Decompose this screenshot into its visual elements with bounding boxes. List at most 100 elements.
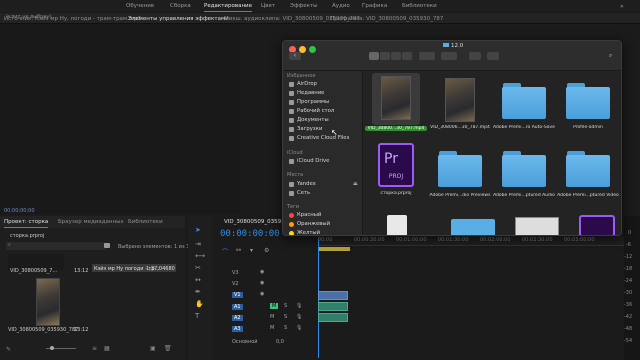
sidebar-item-recents[interactable]: Недавние [289, 90, 324, 96]
file-item-folder[interactable] [451, 219, 495, 235]
eject-icon[interactable]: ⏏ [353, 181, 358, 187]
icon-view-button[interactable] [369, 52, 379, 60]
file-item-document[interactable] [387, 215, 407, 235]
trash-icon[interactable]: 🗑 [164, 345, 172, 352]
sidebar-item-downloads[interactable]: Загрузки [289, 126, 322, 132]
gallery-view-button[interactable] [402, 52, 412, 60]
track-label[interactable]: A3 [232, 326, 243, 332]
track-label[interactable]: A1 [232, 304, 243, 310]
expand-icon[interactable]: » [620, 3, 624, 10]
tab-media-browser[interactable]: Браузер медиаданных [58, 219, 124, 225]
master-value[interactable]: 0,0 [276, 339, 284, 345]
zoom-handle[interactable] [50, 346, 54, 350]
track-label[interactable]: V1 [232, 292, 243, 298]
timeline-ruler[interactable]: 00:00 00:00:30:00 00:01:00:00 00:01:30:0… [318, 236, 624, 246]
settings-wrench-icon[interactable]: ⚙ [264, 247, 269, 254]
file-item-folder[interactable]: Adobe Premi...ptured Audio [493, 141, 555, 198]
sidebar-tag-orange[interactable]: Оранжевый [289, 221, 330, 227]
sidebar-item-network[interactable]: Сеть [289, 190, 310, 196]
group-button[interactable] [419, 52, 435, 60]
file-item-folder[interactable]: Adobe Premi...ro Auto-Save [493, 73, 555, 130]
mic-icon[interactable]: 🎙 [296, 325, 302, 331]
grid-view-icon[interactable]: ▦ [104, 345, 110, 352]
sidebar-tag-red[interactable]: Красный [289, 212, 321, 218]
project-item-name[interactable]: VID_30800509_035930_787 [8, 327, 78, 333]
workspace-tab-editing[interactable]: Редактирование [204, 3, 252, 12]
file-item-premiere-project[interactable]: Pr PROJ сторка.prproj [365, 141, 427, 196]
pen-icon[interactable]: ✒ [195, 288, 201, 296]
mute-button[interactable]: M [270, 325, 274, 331]
tag-button[interactable] [487, 52, 499, 60]
file-item-folder[interactable]: Adobe Premi...dio Previews [429, 141, 491, 198]
file-item-folder[interactable]: Profile-admin [557, 73, 619, 130]
list-view-icon[interactable]: ≡ [92, 345, 97, 352]
razor-icon[interactable]: ✂ [195, 264, 201, 272]
file-item-video[interactable]: VID_308006...30_787.mp4 [429, 73, 491, 130]
search-icon[interactable]: ⌕ [609, 52, 612, 60]
eye-icon[interactable]: ◉ [260, 269, 264, 275]
tab-libraries[interactable]: Библиотеки [128, 219, 163, 225]
eye-icon[interactable]: ◉ [260, 291, 264, 297]
hand-icon[interactable]: ✋ [195, 300, 204, 308]
tab-project[interactable]: Проект: сторка [4, 219, 49, 228]
sidebar-item-airdrop[interactable]: AirDrop [289, 81, 317, 87]
audio-clip-a2[interactable] [318, 313, 348, 322]
track-label[interactable]: A2 [232, 315, 243, 321]
share-button[interactable] [469, 52, 481, 60]
project-search-input[interactable]: ⌕ [6, 242, 106, 250]
mic-icon[interactable]: 🎙 [296, 314, 302, 320]
solo-button[interactable]: S [284, 314, 287, 320]
sidebar-item-desktop[interactable]: Рабочий стол [289, 108, 334, 114]
track-select-icon[interactable]: ⇥ [195, 240, 201, 248]
mic-icon[interactable]: 🎙 [296, 303, 302, 309]
project-item-name[interactable]: VID_30800509_7... [10, 268, 57, 274]
selection-tool-icon[interactable]: ➤ [195, 226, 201, 234]
project-video-thumbnail[interactable] [36, 278, 60, 326]
workspace-tab-learning[interactable]: Обучение [126, 3, 154, 9]
video-clip-v1[interactable] [318, 291, 348, 300]
mute-button[interactable]: M [270, 314, 274, 320]
sidebar-item-yandex[interactable]: Yandex [289, 181, 316, 187]
snap-icon[interactable]: ⌒ [222, 247, 228, 256]
timeline-timecode[interactable]: 00:00:00:00 [220, 229, 280, 239]
file-item-video[interactable]: VID_30800...30_787.mp4 [365, 73, 427, 131]
workspace-tab-graphics[interactable]: Графика [362, 3, 387, 9]
tab-program[interactable]: Программа: VID_30800509_035930_787 [330, 16, 443, 22]
sidebar-item-documents[interactable]: Документы [289, 117, 329, 123]
sidebar-item-icloud-drive[interactable]: iCloud Drive [289, 158, 329, 164]
finder-window[interactable]: ‹ 12.0 ⌕ Избранное AirDrop Недавние Прог… [282, 40, 622, 236]
file-item-screenshot[interactable] [515, 217, 559, 235]
solo-button[interactable]: S [284, 325, 287, 331]
slip-icon[interactable]: ↔ [195, 276, 201, 284]
ripple-edit-icon[interactable]: ⟷ [195, 252, 205, 260]
sidebar-tag-yellow[interactable]: Желтый [289, 230, 320, 235]
workspace-tab-audio[interactable]: Аудио [332, 3, 350, 9]
type-tool-icon[interactable]: T [195, 312, 199, 320]
sidebar-item-applications[interactable]: Программы [289, 99, 329, 105]
file-item-premiere-project[interactable] [579, 215, 615, 235]
work-area-bar[interactable] [318, 247, 350, 251]
eye-icon[interactable]: ◉ [260, 280, 264, 286]
folder-icon[interactable] [104, 243, 110, 248]
mute-button[interactable]: M [270, 303, 279, 309]
workspace-tab-libraries[interactable]: Библиотеки [402, 3, 437, 9]
sidebar-item-creative-cloud[interactable]: Creative Cloud Files [289, 135, 349, 141]
pencil-icon[interactable]: ✎ [6, 346, 11, 353]
tab-effect-controls[interactable]: Элементы управления эффектами [128, 16, 229, 25]
workspace-tab-effects[interactable]: Эффекты [290, 3, 318, 9]
zoom-window-button[interactable] [309, 46, 316, 53]
workspace-tab-assembly[interactable]: Сборка [170, 3, 191, 9]
source-timecode[interactable]: 00;00;00;00 [4, 208, 35, 214]
solo-button[interactable]: S [284, 303, 287, 309]
action-button[interactable] [441, 52, 457, 60]
back-button[interactable]: ‹ [289, 52, 301, 60]
new-item-icon[interactable]: ▣ [150, 345, 156, 352]
file-item-folder[interactable]: Adobe Premi...ptured Video [557, 141, 619, 198]
linked-icon[interactable]: ⚯ [236, 247, 241, 254]
workspace-tab-color[interactable]: Цвет [261, 3, 275, 9]
audio-clip-a1[interactable] [318, 302, 348, 311]
mouse-cursor-icon: ↖ [331, 128, 338, 137]
list-view-button[interactable] [380, 52, 390, 60]
marker-icon[interactable]: ▾ [250, 247, 253, 254]
column-view-button[interactable] [391, 52, 401, 60]
